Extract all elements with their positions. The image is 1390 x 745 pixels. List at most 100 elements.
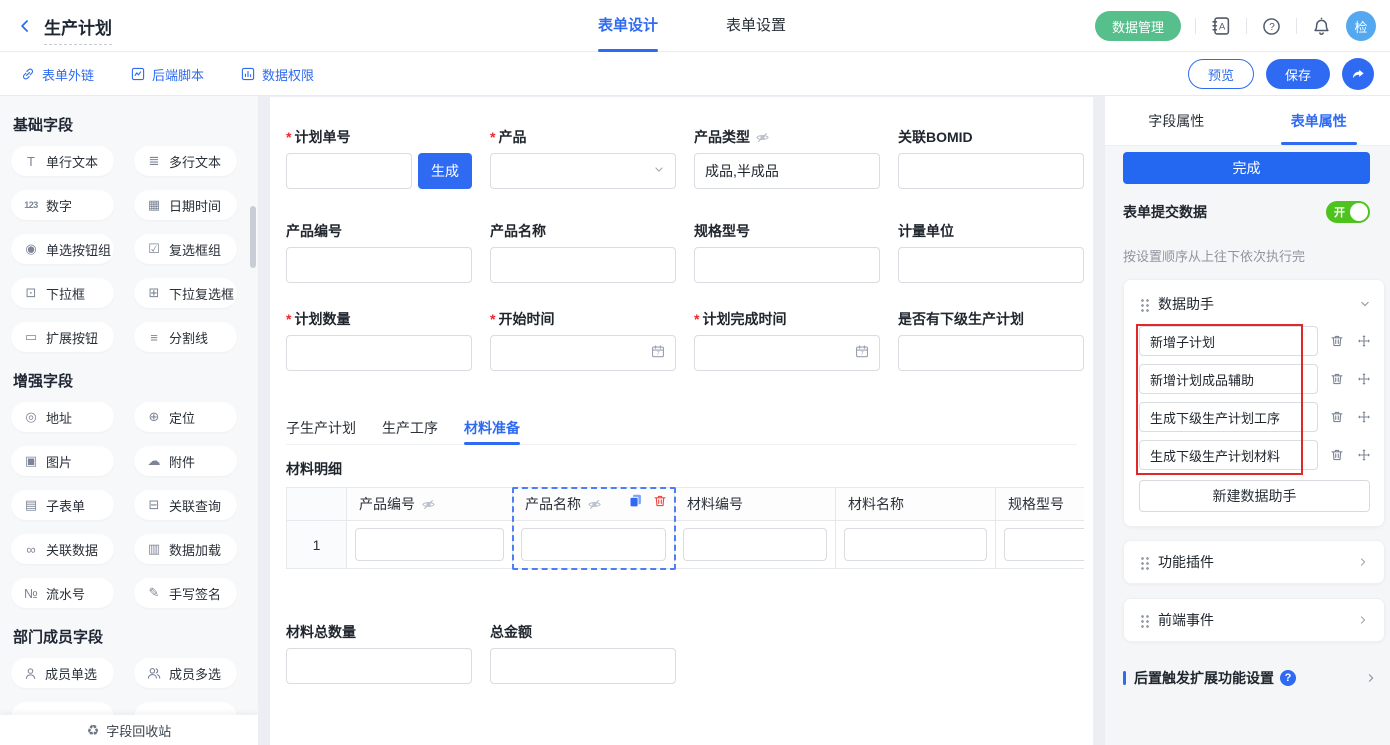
delete-assistant-icon[interactable] [1329,409,1345,425]
plan-number-input[interactable] [286,153,412,189]
header-tab-form-settings[interactable]: 表单设置 [726,0,786,52]
product-name-input[interactable] [490,247,676,283]
material-name-cell-input[interactable] [844,528,987,561]
field-button-multi-dropdown[interactable]: ⊞下拉复选框 [134,278,237,308]
delete-assistant-icon[interactable] [1329,371,1345,387]
preview-button[interactable]: 预览 [1188,59,1254,89]
help-icon[interactable]: ? [1261,16,1282,37]
field-button-member-single[interactable]: 成员单选 [11,658,114,688]
dictionary-book-icon[interactable]: A [1210,15,1232,37]
field-button-divider-line[interactable]: ≡分割线 [134,322,237,352]
spec-model-input[interactable] [694,247,880,283]
data-assistant-item[interactable]: 新增子计划 [1139,326,1318,356]
chevron-right-icon[interactable] [1356,613,1370,627]
field-button-datetime[interactable]: ▦日期时间 [134,190,237,220]
product-code-input[interactable] [286,247,472,283]
new-data-assistant-button[interactable]: 新建数据助手 [1139,480,1370,512]
notification-bell-icon[interactable] [1311,16,1332,37]
backend-script-link[interactable]: 后端脚本 [130,52,204,96]
field-button-linked-data[interactable]: ∞关联数据 [11,534,114,564]
chevron-right-icon[interactable] [1356,555,1370,569]
field-button-data-load[interactable]: ▥数据加载 [134,534,237,564]
drag-handle-icon[interactable] [1139,613,1149,628]
data-assistant-item[interactable]: 生成下级生产计划材料 [1139,440,1318,470]
total-amount-input[interactable] [490,648,676,684]
field-button-extend-button[interactable]: ▭扩展按钮 [11,322,114,352]
move-assistant-icon[interactable] [1356,409,1372,425]
data-assistant-row: 新增计划成品辅助 [1139,364,1372,394]
field-button-location[interactable]: ⊕定位 [134,402,237,432]
subform-column-header-sub-spec-model[interactable]: 规格型号 [996,488,1084,521]
plan-quantity-input[interactable] [286,335,472,371]
field-button-number[interactable]: 123数字 [11,190,114,220]
has-sub-plan-input[interactable] [898,335,1084,371]
move-assistant-icon[interactable] [1356,333,1372,349]
chevron-down-icon [652,163,666,177]
drag-handle-icon[interactable] [1139,555,1149,570]
product-select[interactable] [490,153,676,189]
field-button-handwritten-signature[interactable]: ✎手写签名 [134,578,237,608]
sub-product-name-cell-input[interactable] [521,528,666,561]
move-assistant-icon[interactable] [1356,371,1372,387]
detail-tab-production-process[interactable]: 生产工序 [382,415,438,444]
trash-icon[interactable] [652,492,668,509]
data-assistant-item[interactable]: 生成下级生产计划工序 [1139,402,1318,432]
generate-button[interactable]: 生成 [418,153,472,189]
subform-column-header-material-code[interactable]: 材料编号 [675,488,836,521]
frontend-events-card[interactable]: 前端事件 [1123,598,1385,642]
field-button-image[interactable]: ▣图片 [11,446,114,476]
sidebar-scrollbar[interactable] [250,206,256,268]
back-icon[interactable] [16,17,34,35]
field-button-checkbox-group[interactable]: ☑复选框组 [134,234,237,264]
data-assistant-row: 生成下级生产计划材料 [1139,440,1372,470]
done-button[interactable]: 完成 [1123,152,1370,184]
field-button-linked-query[interactable]: ⊟关联查询 [134,490,237,520]
field-button-address[interactable]: ◎地址 [11,402,114,432]
field-button-radio-group[interactable]: ◉单选按钮组 [11,234,114,264]
post-trigger-settings-row[interactable]: 后置触发扩展功能设置 ? [1123,666,1378,690]
field-button-single-line-text[interactable]: T单行文本 [11,146,114,176]
toolbar-links: 表单外链后端脚本数据权限 [20,52,314,96]
detail-tab-sub-production-plan[interactable]: 子生产计划 [286,415,356,444]
save-button[interactable]: 保存 [1266,59,1330,89]
bom-id-input[interactable] [898,153,1084,189]
drag-handle-icon[interactable] [1139,297,1149,312]
subform-column-header-sub-product-code[interactable]: 产品编号 [347,488,513,521]
props-tab-field-props[interactable]: 字段属性 [1105,96,1248,145]
field-button-member-multi[interactable]: 成员多选 [134,658,237,688]
product-type-input[interactable]: 成品,半成品 [694,153,880,189]
field-button-attachment[interactable]: ☁附件 [134,446,237,476]
page-title[interactable]: 生产计划 [44,14,112,45]
copy-icon[interactable] [627,492,644,509]
delete-assistant-icon[interactable] [1329,447,1345,463]
field-button-serial-number[interactable]: №流水号 [11,578,114,608]
user-avatar[interactable]: 检 [1346,11,1376,41]
sub-product-code-cell-input[interactable] [355,528,504,561]
plan-finish-time-date-input[interactable]: 7 [694,335,880,371]
data-assistant-header[interactable]: 数据助手 [1139,292,1372,316]
subform-column-header-material-name[interactable]: 材料名称 [836,488,996,521]
move-assistant-icon[interactable] [1356,447,1372,463]
delete-assistant-icon[interactable] [1329,333,1345,349]
field-recycle-bin[interactable]: ♻ 字段回收站 [0,715,258,745]
chevron-down-icon[interactable] [1358,297,1372,311]
header-tab-form-design[interactable]: 表单设计 [598,0,658,52]
form-external-link-link[interactable]: 表单外链 [20,52,94,96]
measure-unit-input[interactable] [898,247,1084,283]
field-button-multi-line-text[interactable]: ≣多行文本 [134,146,237,176]
detail-tab-material-preparation[interactable]: 材料准备 [464,415,520,444]
material-total-qty-input[interactable] [286,648,472,684]
submit-data-toggle[interactable]: 开 [1326,201,1370,223]
help-question-icon[interactable]: ? [1280,670,1296,686]
field-button-dropdown[interactable]: ⊡下拉框 [11,278,114,308]
data-manage-button[interactable]: 数据管理 [1095,11,1181,41]
sub-spec-model-cell-input[interactable] [1004,528,1084,561]
data-permission-link[interactable]: 数据权限 [240,52,314,96]
field-button-subform[interactable]: ▤子表单 [11,490,114,520]
start-time-date-input[interactable]: 7 [490,335,676,371]
function-plugins-card[interactable]: 功能插件 [1123,540,1385,584]
material-code-cell-input[interactable] [683,528,827,561]
share-button[interactable] [1342,58,1374,90]
data-assistant-item[interactable]: 新增计划成品辅助 [1139,364,1318,394]
props-tab-form-props[interactable]: 表单属性 [1248,96,1390,145]
